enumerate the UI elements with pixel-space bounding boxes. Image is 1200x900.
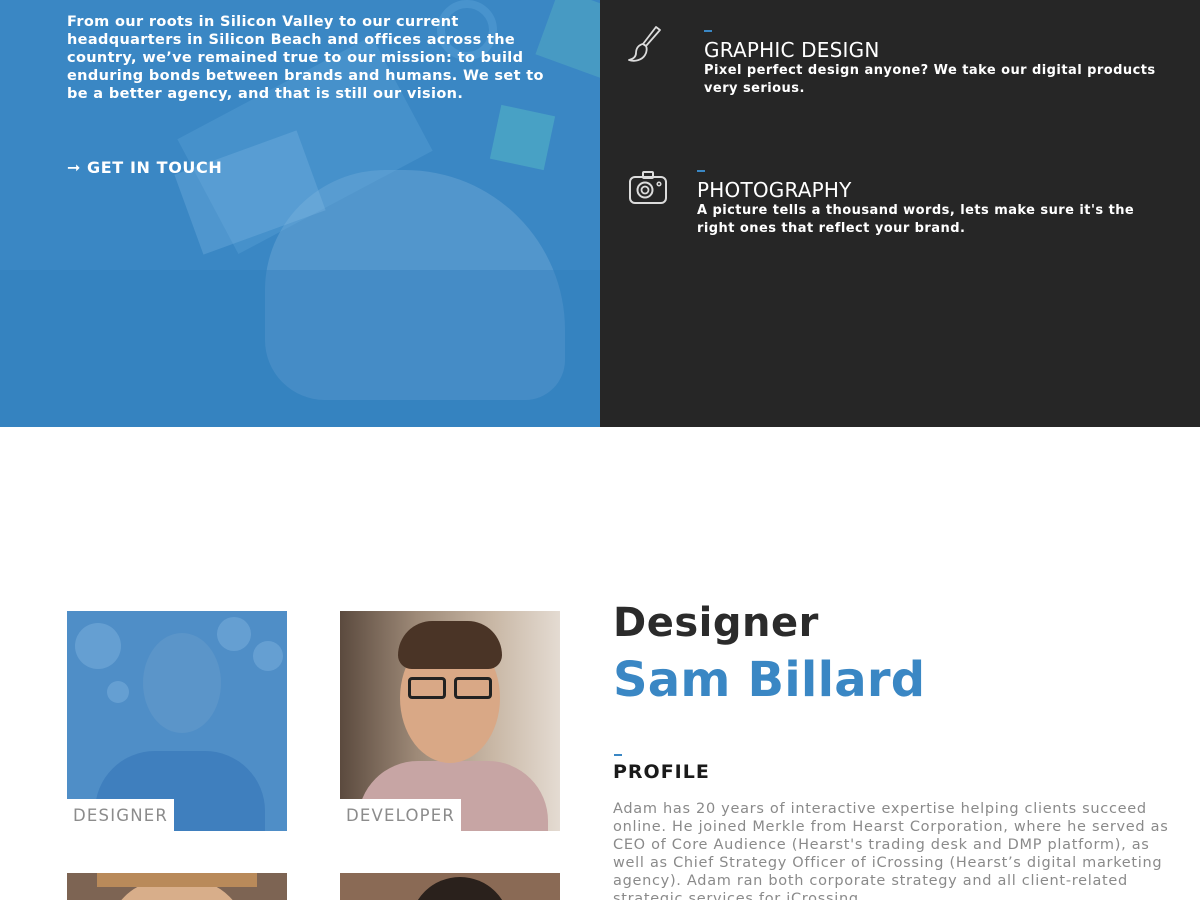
background-bokeh <box>107 681 129 703</box>
about-panel: From our roots in Silicon Valley to our … <box>0 0 600 427</box>
team-card[interactable] <box>67 873 287 900</box>
team-card-designer[interactable]: DESIGNER <box>67 611 287 831</box>
accent-dash <box>704 30 712 32</box>
person-photo-hair <box>97 873 257 887</box>
accent-dash <box>614 754 622 756</box>
profile-role-title: Designer <box>613 600 819 646</box>
background-photo-desk <box>0 270 600 427</box>
service-graphic-design: GRAPHIC DESIGN Pixel perfect design anyo… <box>704 30 1164 98</box>
background-bokeh <box>75 623 121 669</box>
services-panel: GRAPHIC DESIGN Pixel perfect design anyo… <box>600 0 1200 427</box>
team-card[interactable] <box>340 873 560 900</box>
service-description: Pixel perfect design anyone? We take our… <box>704 63 1156 96</box>
profile-section-heading: PROFILE <box>613 761 710 783</box>
service-photography: PHOTOGRAPHY A picture tells a thousand w… <box>697 170 1157 238</box>
person-photo-hair <box>410 877 510 900</box>
team-role-label: DEVELOPER <box>340 799 462 831</box>
background-bokeh <box>217 617 251 651</box>
glasses-lens <box>454 677 492 699</box>
team-card-developer[interactable]: DEVELOPER <box>340 611 560 831</box>
get-in-touch-link[interactable]: ➞ GET IN TOUCH <box>67 158 222 177</box>
profile-bio-text: Adam has 20 years of interactive experti… <box>613 801 1169 900</box>
person-photo-hair <box>398 621 502 669</box>
service-description: A picture tells a thousand words, lets m… <box>697 203 1135 236</box>
glasses-lens <box>408 677 446 699</box>
camera-icon <box>629 171 667 204</box>
background-bokeh <box>253 641 283 671</box>
service-title: GRAPHIC DESIGN <box>704 38 880 62</box>
team-role-label: DESIGNER <box>67 799 175 831</box>
paintbrush-icon <box>628 26 661 62</box>
accent-dash <box>697 170 705 172</box>
person-photo-head <box>143 633 221 733</box>
background-photo-note <box>489 104 556 171</box>
profile-name: Sam Billard <box>613 652 926 708</box>
get-in-touch-label: GET IN TOUCH <box>87 158 223 177</box>
service-title: PHOTOGRAPHY <box>697 178 852 202</box>
about-intro-text: From our roots in Silicon Valley to our … <box>67 14 544 102</box>
arrow-right-icon: ➞ <box>67 158 82 177</box>
